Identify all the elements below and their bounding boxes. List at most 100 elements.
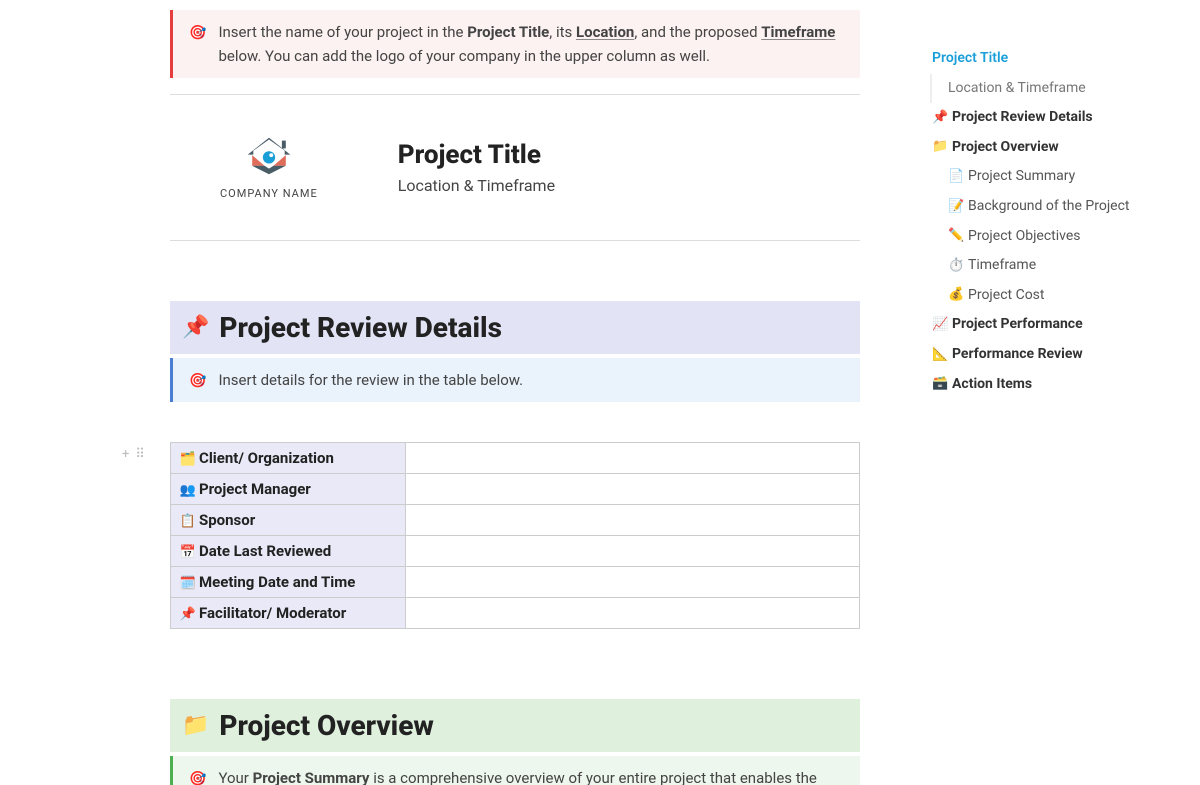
document-content: 🎯 Insert the name of your project in the… xyxy=(170,10,860,785)
row-icon: 👥 xyxy=(179,483,197,498)
title-block[interactable]: COMPANY NAME Project Title Location & Ti… xyxy=(170,111,860,224)
row-label-cell[interactable]: 🗓️Meeting Date and Time xyxy=(171,567,406,598)
outline-label: Project Objectives xyxy=(968,227,1081,247)
row-label: Meeting Date and Time xyxy=(199,573,355,591)
callout-text: Your Project Summary is a comprehensive … xyxy=(218,766,844,785)
title-text: Project Title Location & Timeframe xyxy=(398,140,555,195)
outline-item[interactable]: ✏️Project Objectives xyxy=(928,222,1184,252)
text-bold: Project Summary xyxy=(253,769,370,785)
table-row[interactable]: 📋Sponsor xyxy=(171,505,860,536)
row-icon: 📌 xyxy=(179,607,197,622)
text: , and the proposed xyxy=(634,23,761,41)
instruction-callout-3[interactable]: 🎯 Your Project Summary is a comprehensiv… xyxy=(170,756,860,785)
section-header-review[interactable]: 📌 Project Review Details xyxy=(170,301,860,354)
row-label-cell[interactable]: 🗂️Client/ Organization xyxy=(171,443,406,474)
outline-label: Project Review Details xyxy=(952,108,1093,128)
target-icon: 🎯 xyxy=(189,370,206,392)
row-value-cell[interactable] xyxy=(406,474,860,505)
target-icon: 🎯 xyxy=(189,22,206,68)
row-value-cell[interactable] xyxy=(406,505,860,536)
section-title: Project Overview xyxy=(219,709,433,742)
outline-item[interactable]: Location & Timeframe xyxy=(930,74,1184,104)
row-label: Date Last Reviewed xyxy=(199,542,331,560)
table-row[interactable]: 🗓️Meeting Date and Time xyxy=(171,567,860,598)
outline-label: Project Title xyxy=(932,49,1008,69)
row-icon: 📋 xyxy=(179,514,197,529)
row-label: Facilitator/ Moderator xyxy=(199,604,346,622)
project-subtitle[interactable]: Location & Timeframe xyxy=(398,176,555,195)
section-title: Project Review Details xyxy=(219,311,502,344)
add-row-icon[interactable]: + xyxy=(122,447,129,462)
row-icon: 🗂️ xyxy=(179,452,197,467)
row-value-cell[interactable] xyxy=(406,536,860,567)
instruction-callout-2[interactable]: 🎯 Insert details for the review in the t… xyxy=(170,358,860,402)
outline-icon: 📌 xyxy=(932,109,948,127)
outline-label: Project Summary xyxy=(968,167,1075,187)
folder-icon: 📁 xyxy=(182,713,209,738)
callout-text: Insert details for the review in the tab… xyxy=(218,368,523,392)
divider xyxy=(170,94,860,95)
row-label: Project Manager xyxy=(199,480,311,498)
text: below. You can add the logo of your comp… xyxy=(218,47,710,65)
outline-icon: 📄 xyxy=(948,168,964,186)
section-header-overview[interactable]: 📁 Project Overview xyxy=(170,699,860,752)
outline-item[interactable]: 📐Performance Review xyxy=(928,340,1184,370)
table-row[interactable]: 📅Date Last Reviewed xyxy=(171,536,860,567)
text: Insert the name of your project in the xyxy=(218,23,467,41)
pushpin-icon: 📌 xyxy=(182,315,209,340)
outline-item[interactable]: 💰Project Cost xyxy=(928,281,1184,311)
row-label-cell[interactable]: 📌Facilitator/ Moderator xyxy=(171,598,406,629)
row-value-cell[interactable] xyxy=(406,567,860,598)
company-logo-icon xyxy=(220,135,318,181)
outline-label: Project Cost xyxy=(968,286,1044,306)
outline-label: Location & Timeframe xyxy=(948,79,1086,99)
row-icon: 📅 xyxy=(179,545,197,560)
details-table[interactable]: 🗂️Client/ Organization👥Project Manager📋S… xyxy=(170,442,860,629)
drag-handle-icon[interactable]: ⠿ xyxy=(135,447,145,462)
project-title[interactable]: Project Title xyxy=(398,140,555,170)
row-label-cell[interactable]: 👥Project Manager xyxy=(171,474,406,505)
outline-item[interactable]: 📝Background of the Project xyxy=(928,192,1184,222)
row-handles[interactable]: + ⠿ xyxy=(122,447,145,462)
row-icon: 🗓️ xyxy=(179,576,197,591)
outline-item[interactable]: 📈Project Performance xyxy=(928,310,1184,340)
row-value-cell[interactable] xyxy=(406,598,860,629)
row-label-cell[interactable]: 📅Date Last Reviewed xyxy=(171,536,406,567)
company-name: COMPANY NAME xyxy=(220,187,318,200)
document-main: 🎯 Insert the name of your project in the… xyxy=(0,0,920,785)
outline-icon: 🗃️ xyxy=(932,375,948,393)
outline-icon: 📐 xyxy=(932,346,948,364)
outline-sidebar: Project TitleLocation & Timeframe📌Projec… xyxy=(920,0,1200,785)
row-label-cell[interactable]: 📋Sponsor xyxy=(171,505,406,536)
outline-item[interactable]: Project Title xyxy=(928,44,1184,74)
table-row[interactable]: 📌Facilitator/ Moderator xyxy=(171,598,860,629)
outline-label: Project Performance xyxy=(952,315,1083,335)
instruction-callout-1[interactable]: 🎯 Insert the name of your project in the… xyxy=(170,10,860,78)
outline-item[interactable]: ⏱️Timeframe xyxy=(928,251,1184,281)
callout-text: Insert the name of your project in the P… xyxy=(218,20,844,68)
outline-item[interactable]: 🗃️Action Items xyxy=(928,370,1184,400)
outline-icon: ✏️ xyxy=(948,227,964,245)
outline-label: Project Overview xyxy=(952,138,1059,158)
outline-icon: 💰 xyxy=(948,286,964,304)
outline-label: Performance Review xyxy=(952,345,1083,365)
table-row[interactable]: 🗂️Client/ Organization xyxy=(171,443,860,474)
outline-icon: 📝 xyxy=(948,198,964,216)
row-label: Client/ Organization xyxy=(199,449,334,467)
table-row[interactable]: 👥Project Manager xyxy=(171,474,860,505)
text-underline: Timeframe xyxy=(761,23,835,41)
outline-item[interactable]: 📄Project Summary xyxy=(928,162,1184,192)
row-value-cell[interactable] xyxy=(406,443,860,474)
details-table-wrap: + ⠿ 🗂️Client/ Organization👥Project Manag… xyxy=(170,442,860,629)
text: Your xyxy=(218,769,252,785)
text-bold: Project Title xyxy=(467,23,549,41)
outline-item[interactable]: 📁Project Overview xyxy=(928,133,1184,163)
outline-label: Action Items xyxy=(952,375,1032,395)
outline-label: Background of the Project xyxy=(968,197,1130,217)
row-label: Sponsor xyxy=(199,511,255,529)
text-underline: Location xyxy=(576,23,634,41)
outline-icon: ⏱️ xyxy=(948,257,964,275)
outline-item[interactable]: 📌Project Review Details xyxy=(928,103,1184,133)
outline-icon: 📁 xyxy=(932,138,948,156)
divider xyxy=(170,240,860,241)
